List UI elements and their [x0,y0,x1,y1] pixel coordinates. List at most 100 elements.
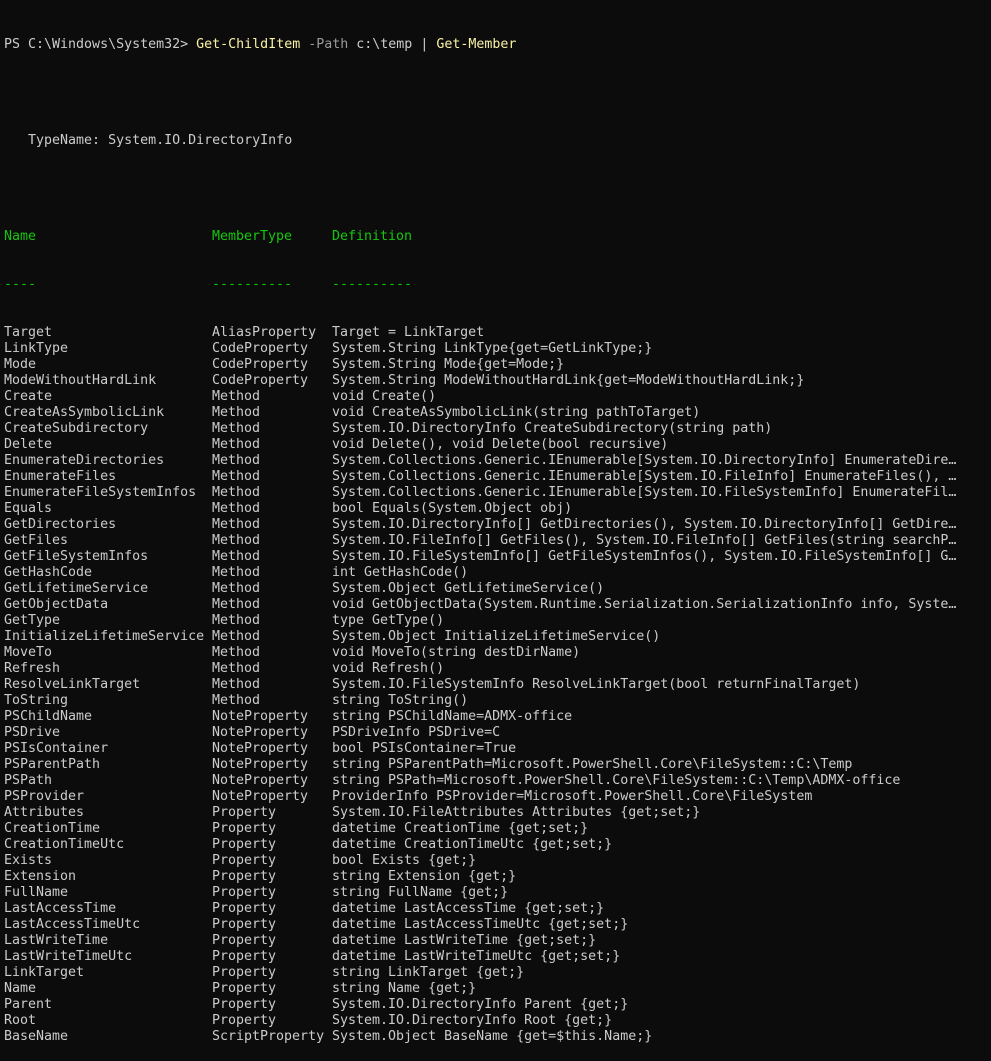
member-name: Exists [4,853,53,868]
member-type: Method [212,693,261,708]
member-type: NoteProperty [212,741,309,756]
member-type: Method [212,629,261,644]
member-table: Target AliasProperty Target = LinkTarget Li… [4,325,991,1045]
member-definition: datetime LastWriteTime {get;set;} [332,933,597,948]
member-name: Equals [4,501,53,516]
member-type: NoteProperty [212,757,309,772]
member-definition: void MoveTo(string destDirName) [332,645,581,660]
member-definition: System.IO.DirectoryInfo CreateSubdirecto… [332,421,773,436]
member-type: Property [212,1013,277,1028]
member-name: GetDirectories [4,517,117,532]
member-definition: bool PSIsContainer=True [332,741,517,756]
member-type: CodeProperty [212,341,309,356]
member-name: LastAccessTime [4,901,117,916]
member-name: GetObjectData [4,597,109,612]
prompt-line: PS C:\Windows\System32> Get-ChildItem -P… [4,37,991,53]
header-membertype: MemberType [212,229,293,244]
member-name: EnumerateDirectories [4,453,165,468]
table-row: Target AliasProperty Target = LinkTarget [4,325,991,341]
member-name: CreateAsSymbolicLink [4,405,165,420]
prompt-path: PS C:\Windows\System32> [4,37,197,52]
member-definition: System.Object BaseName {get=$this.Name;} [332,1029,653,1044]
table-row: Name Property string Name {get;} [4,981,991,997]
member-type: Method [212,613,261,628]
table-row: EnumerateDirectories Method System.Collect… [4,453,991,469]
member-definition: void Delete(), void Delete(bool recursiv… [332,437,669,452]
table-row: EnumerateFileSystemInfos Method System.Col… [4,485,991,501]
member-type: Method [212,597,261,612]
member-type: ScriptProperty [212,1029,325,1044]
table-row: LastWriteTime Property datetime LastWriteT… [4,933,991,949]
member-definition: string PSParentPath=Microsoft.PowerShell… [332,757,853,772]
member-name: GetFileSystemInfos [4,549,149,564]
member-type: Method [212,453,261,468]
underline-membertype: ---------- [212,277,293,292]
table-row: PSParentPath NoteProperty string PSParentP… [4,757,991,773]
member-definition: System.IO.DirectoryInfo[] GetDirectories… [332,517,957,532]
member-name: LinkType [4,341,69,356]
powershell-console[interactable]: PS C:\Windows\System32> Get-ChildItem -P… [4,5,991,1061]
member-name: GetFiles [4,533,69,548]
table-row: GetDirectories Method System.IO.DirectoryI… [4,517,991,533]
member-name: LastWriteTime [4,933,109,948]
table-row: Attributes Property System.IO.FileAttribut… [4,805,991,821]
member-type: Property [212,981,277,996]
member-definition: datetime CreationTimeUtc {get;set;} [332,837,613,852]
member-name: PSDrive [4,725,61,740]
table-row: Equals Method bool Equals(System.Object ob… [4,501,991,517]
member-name: Mode [4,357,37,372]
member-type: Property [212,869,277,884]
member-definition: datetime CreationTime {get;set;} [332,821,589,836]
member-type: Method [212,677,261,692]
table-row: GetFiles Method System.IO.FileInfo[] GetFi… [4,533,991,549]
table-row: ResolveLinkTarget Method System.IO.FileSys… [4,677,991,693]
member-type: Property [212,917,277,932]
table-row: PSPath NoteProperty string PSPath=Microsof… [4,773,991,789]
pipe-operator: | [412,37,437,52]
member-type: Method [212,517,261,532]
member-definition: System.IO.FileSystemInfo[] GetFileSystem… [332,549,957,564]
table-row: PSIsContainer NoteProperty bool PSIsContai… [4,741,991,757]
member-definition: string Extension {get;} [332,869,517,884]
member-name: PSProvider [4,789,85,804]
member-type: Method [212,645,261,660]
member-name: Parent [4,997,53,1012]
member-name: PSPath [4,773,53,788]
member-type: Method [212,485,261,500]
header-definition: Definition [332,229,413,244]
member-name: Name [4,981,37,996]
table-row: LinkType CodeProperty System.String LinkTy… [4,341,991,357]
member-definition: string LinkTarget {get;} [332,965,525,980]
member-name: BaseName [4,1029,69,1044]
table-row: GetObjectData Method void GetObjectData(Sy… [4,597,991,613]
member-name: GetLifetimeService [4,581,149,596]
member-definition: System.Collections.Generic.IEnumerable[S… [332,453,957,468]
table-row: Parent Property System.IO.DirectoryInfo Pa… [4,997,991,1013]
member-name: EnumerateFileSystemInfos [4,485,197,500]
member-definition: ProviderInfo PSProvider=Microsoft.PowerS… [332,789,813,804]
table-row: CreationTime Property datetime CreationTim… [4,821,991,837]
member-name: MoveTo [4,645,53,660]
member-definition: type GetType() [332,613,445,628]
member-name: LinkTarget [4,965,85,980]
member-type: AliasProperty [212,325,317,340]
member-definition: System.Object InitializeLifetimeService(… [332,629,661,644]
member-type: NoteProperty [212,789,309,804]
underline-definition: ---------- [332,277,413,292]
member-definition: System.IO.DirectoryInfo Root {get;} [332,1013,613,1028]
member-name: Delete [4,437,53,452]
member-definition: PSDriveInfo PSDrive=C [332,725,501,740]
member-type: Method [212,549,261,564]
member-type: Method [212,389,261,404]
member-definition: string PSChildName=ADMX-office [332,709,573,724]
command-get-childitem: Get-ChildItem [196,37,301,52]
member-name: Attributes [4,805,85,820]
table-row: CreateSubdirectory Method System.IO.Direct… [4,421,991,437]
member-name: ToString [4,693,69,708]
member-type: Property [212,805,277,820]
table-row: BaseName ScriptProperty System.Object Base… [4,1029,991,1045]
member-definition: string FullName {get;} [332,885,509,900]
table-row: PSProvider NoteProperty ProviderInfo PSPro… [4,789,991,805]
